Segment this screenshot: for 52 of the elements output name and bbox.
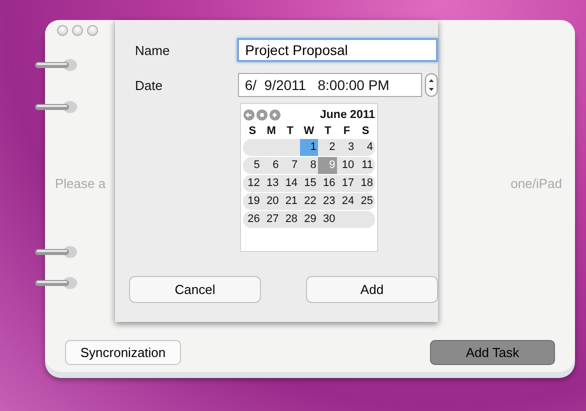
weekday-label: T — [323, 124, 332, 136]
window-dot-icon — [57, 25, 68, 36]
cancel-button[interactable]: Cancel — [129, 276, 261, 303]
calendar-day[interactable]: 6 — [262, 157, 281, 174]
weekday-label: S — [360, 124, 370, 136]
calendar-day[interactable]: 22 — [300, 193, 318, 210]
month-title: June 2011 — [320, 108, 375, 120]
weekday-label: T — [286, 124, 294, 136]
calendar-day[interactable]: 10 — [337, 157, 356, 174]
weekday-label: M — [266, 124, 277, 136]
window-dot-icon — [72, 25, 83, 36]
calendar-day[interactable]: 30 — [318, 211, 338, 228]
calendar-day[interactable]: 26 — [243, 211, 262, 228]
calendar-day[interactable]: 15 — [300, 175, 318, 192]
empty-message: Please a — [55, 176, 106, 191]
calendar-day[interactable]: 21 — [280, 193, 300, 210]
calendar-day[interactable]: 13 — [262, 175, 281, 192]
calendar-nav-icon[interactable] — [243, 108, 281, 120]
calendar-day[interactable]: 17 — [337, 175, 356, 192]
calendar-day[interactable]: 2 — [318, 139, 338, 156]
calendar-day[interactable]: 27 — [262, 211, 281, 228]
calendar-day[interactable]: 14 — [280, 175, 300, 192]
add-button[interactable]: Add — [306, 276, 438, 303]
calendar-day[interactable]: 7 — [280, 157, 300, 174]
calendar-day[interactable]: 20 — [262, 193, 281, 210]
calendar-day[interactable]: 12 — [243, 175, 262, 192]
calendar-day[interactable]: 8 — [300, 157, 318, 174]
sync-button[interactable]: Syncronization — [65, 340, 181, 365]
calendar-day[interactable]: 18 — [356, 175, 375, 192]
calendar-day[interactable]: 11 — [356, 157, 375, 174]
calendar-day[interactable]: 24 — [337, 193, 356, 210]
calendar-day[interactable]: 4 — [356, 139, 375, 156]
empty-message: one/iPad — [510, 176, 562, 191]
date-field[interactable]: 6/ 9/2011 8:00:00 PM — [238, 73, 422, 97]
calendar-day[interactable]: 23 — [318, 193, 338, 210]
weekday-label: F — [342, 124, 352, 136]
calendar-day[interactable]: 29 — [300, 211, 318, 228]
calendar-day[interactable]: 19 — [243, 193, 262, 210]
calendar-day[interactable]: 28 — [280, 211, 300, 228]
calendar-day[interactable]: 16 — [318, 175, 338, 192]
add-task-button[interactable]: Add Task — [430, 340, 555, 365]
calendar-day[interactable]: 3 — [337, 139, 356, 156]
stepper-icon[interactable] — [425, 73, 438, 97]
window-dot-icon — [87, 25, 98, 36]
name-field[interactable]: Project Proposal — [237, 38, 438, 62]
name-label: Name — [135, 42, 171, 58]
date-label: Date — [135, 78, 164, 92]
calendar-day[interactable]: 5 — [243, 157, 262, 174]
weekday-label: S — [248, 124, 258, 136]
calendar-day[interactable]: 1 — [300, 139, 318, 156]
calendar-day[interactable]: 25 — [356, 193, 375, 210]
weekday-label: W — [302, 124, 316, 136]
